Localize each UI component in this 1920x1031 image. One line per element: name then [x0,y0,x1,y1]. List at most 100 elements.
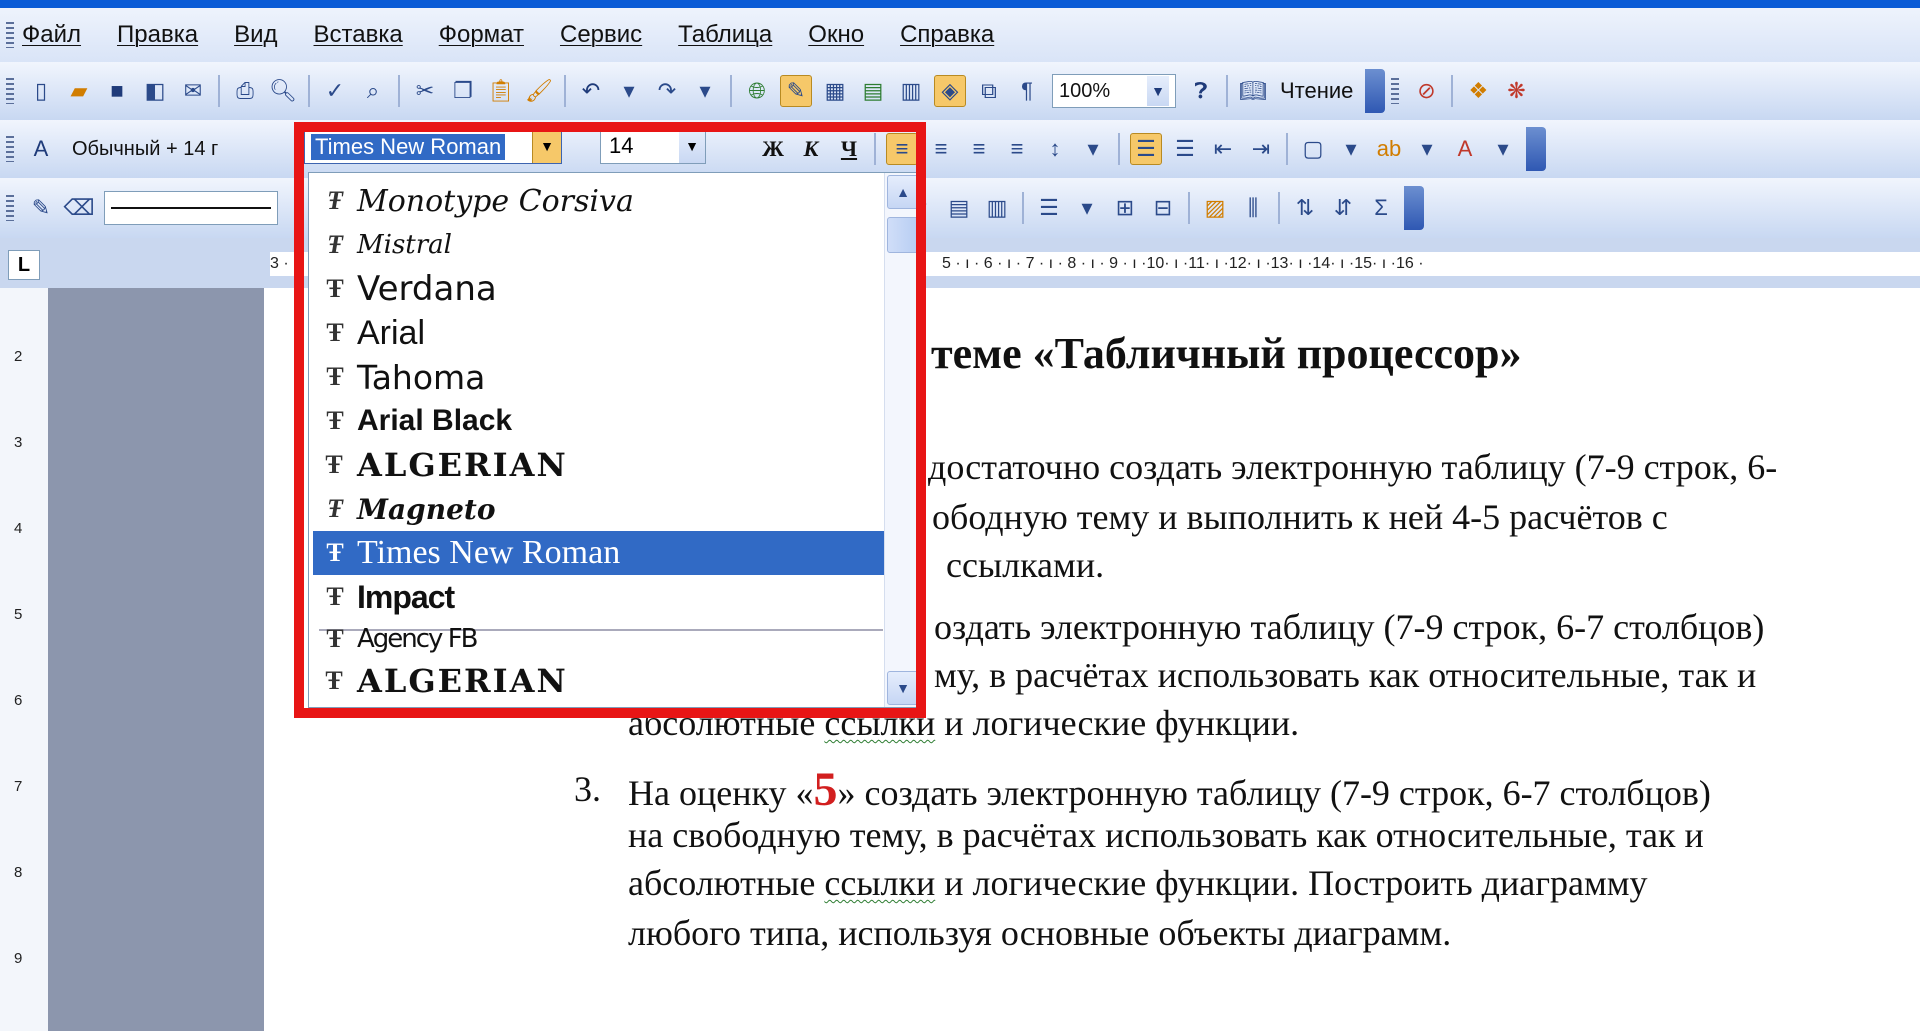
undo-icon[interactable]: ↶ [576,76,606,106]
autoformat-icon[interactable]: ▨ [1200,193,1230,223]
bold-button[interactable]: Ж [758,134,788,164]
help-icon[interactable]: ❓︎ [1186,76,1216,106]
font-option[interactable]: Ŧ Mistral [313,223,885,267]
font-option[interactable]: Ŧ Magneto [313,487,885,531]
menu-edit[interactable]: Правка [117,21,198,49]
font-name-value[interactable]: Times New Roman [311,134,506,160]
menu-tools[interactable]: Сервис [560,21,642,49]
font-option[interactable]: Ŧ Impact [313,575,885,619]
stop-icon[interactable]: ⊘ [1411,76,1441,106]
toolbar-grip[interactable] [6,22,14,48]
align-right-icon[interactable]: ≡ [964,134,994,164]
misspelled-word[interactable]: ссылки [824,863,935,903]
autosum-icon[interactable]: Σ [1366,193,1396,223]
highlight-dropdown-icon[interactable]: ▾ [1412,134,1442,164]
line-spacing-dropdown-icon[interactable]: ▾ [1078,134,1108,164]
menu-file[interactable]: Файл [22,21,81,49]
font-option[interactable]: Ŧ Arial Black [313,399,885,443]
email-icon[interactable]: ✉ [178,76,208,106]
font-option[interactable]: Ŧ Monotype Corsiva [313,179,885,223]
tables-borders-icon[interactable]: ✎ [780,75,812,107]
font-size-select[interactable]: 14 ▼ [600,128,706,164]
menu-window[interactable]: Окно [808,21,864,49]
drawing-icon[interactable]: ◈ [934,75,966,107]
split-cells-icon[interactable]: ▥ [982,193,1012,223]
align-cell-icon[interactable]: ☰ [1034,193,1064,223]
font-name-select[interactable]: Times New Roman ▼ [304,128,562,164]
columns-icon[interactable]: ▥ [896,76,926,106]
styles-icon[interactable]: A [26,134,56,164]
font-option[interactable]: Ŧ Tahoma [313,355,885,399]
font-size-value[interactable]: 14 [609,133,633,159]
increase-indent-icon[interactable]: ⇥ [1246,134,1276,164]
research-icon[interactable]: ⌕ [358,76,388,106]
permission-icon[interactable]: ◧ [140,76,170,106]
font-option[interactable]: Ŧ Verdana [313,267,885,311]
merge-cells-icon[interactable]: ▤ [944,193,974,223]
scroll-thumb[interactable] [887,217,919,253]
sort-ascending-icon[interactable]: ⇅ [1290,193,1320,223]
toolbar-grip[interactable] [6,136,14,162]
font-option[interactable]: Ŧ ALGERIAN [313,661,885,701]
redo-icon[interactable]: ↷ [652,76,682,106]
toolbar-grip[interactable] [6,78,14,104]
decrease-indent-icon[interactable]: ⇤ [1208,134,1238,164]
open-folder-icon[interactable]: ▰ [64,76,94,106]
print-preview-icon[interactable]: 🔍︎ [268,76,298,106]
align-cell-dropdown-icon[interactable]: ▾ [1072,193,1102,223]
menu-help[interactable]: Справка [900,21,994,49]
border-dropdown-icon[interactable]: ▾ [1336,134,1366,164]
style-select[interactable]: Обычный + 14 г [66,133,278,165]
undo-dropdown-icon[interactable]: ▾ [614,76,644,106]
insert-table-icon[interactable]: ▦ [820,76,850,106]
text-direction-icon[interactable]: ⫼ [1238,193,1268,223]
new-document-icon[interactable]: ▯ [26,76,56,106]
hyperlink-icon[interactable]: 🌐︎ [742,76,772,106]
numbering-icon[interactable]: ☰ [1130,133,1162,165]
toolbar-options-chevron[interactable] [1526,127,1546,171]
merge-icon[interactable]: ❖ [1463,76,1493,106]
highlight-icon[interactable]: ab [1374,134,1404,164]
paste-icon[interactable]: 📋︎ [486,76,516,106]
document-map-icon[interactable]: ⧉ [974,76,1004,106]
bullets-icon[interactable]: ☰ [1170,134,1200,164]
underline-button[interactable]: Ч [834,134,864,164]
menu-table[interactable]: Таблица [678,21,772,49]
draw-table-icon[interactable]: ✎ [26,193,56,223]
line-style-select[interactable] [104,191,278,225]
border-icon[interactable]: ▢ [1298,134,1328,164]
align-center-icon[interactable]: ≡ [926,134,956,164]
toolbar-options-chevron[interactable] [1404,186,1424,230]
distribute-columns-icon[interactable]: ⊟ [1148,193,1178,223]
misspelled-word[interactable]: ссылки [824,703,935,743]
menu-format[interactable]: Формат [439,21,524,49]
tab-selector[interactable]: L [8,250,40,280]
redo-dropdown-icon[interactable]: ▾ [690,76,720,106]
chevron-down-icon[interactable]: ▼ [532,129,561,163]
eraser-icon[interactable]: ⌫ [63,193,94,223]
align-left-icon[interactable]: ≡ [886,133,918,165]
zoom-select[interactable]: 100% ▼ [1052,74,1176,108]
insert-excel-icon[interactable]: ▤ [858,76,888,106]
copy-icon[interactable]: ❐ [448,76,478,106]
italic-button[interactable]: К [796,134,826,164]
toolbar-grip[interactable] [6,195,14,221]
vertical-ruler[interactable]: 2 3 4 5 6 7 8 9 [0,288,49,1031]
font-color-icon[interactable]: A [1450,134,1480,164]
scroll-up-icon[interactable]: ▲ [887,175,919,209]
font-list-scrollbar[interactable]: ▲ ▼ [884,173,919,707]
print-icon[interactable]: ⎙ [230,76,260,106]
scroll-down-icon[interactable]: ▼ [887,671,919,705]
cut-icon[interactable]: ✂ [410,76,440,106]
read-button[interactable]: Чтение [1280,78,1353,104]
format-painter-icon[interactable]: 🖌︎ [524,76,554,106]
font-dropdown-list[interactable]: Ŧ Monotype Corsiva Ŧ Mistral Ŧ Verdana Ŧ Ari… [308,172,920,708]
compare-icon[interactable]: ❋ [1501,76,1531,106]
chevron-down-icon[interactable]: ▼ [1147,76,1169,106]
distribute-rows-icon[interactable]: ⊞ [1110,193,1140,223]
chevron-down-icon[interactable]: ▼ [679,129,705,163]
justify-icon[interactable]: ≡ [1002,134,1032,164]
font-option[interactable]: Ŧ Arial [313,311,885,355]
sort-descending-icon[interactable]: ⇵ [1328,193,1358,223]
menu-insert[interactable]: Вставка [314,21,403,49]
